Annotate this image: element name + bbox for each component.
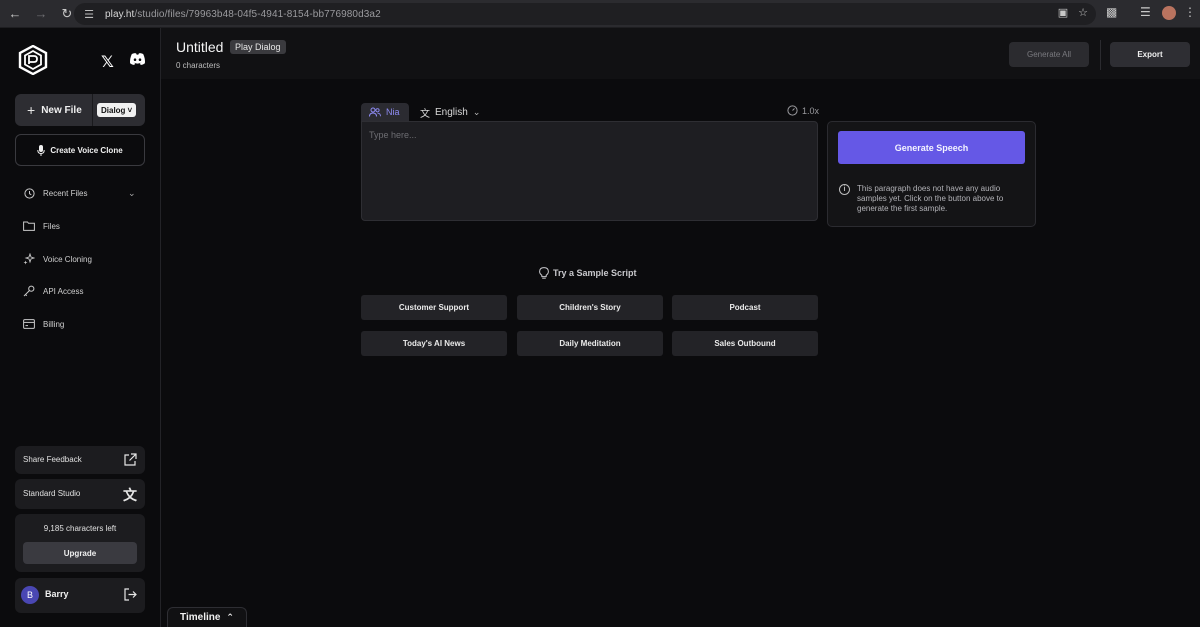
generate-speech-button[interactable]: Generate Speech — [838, 131, 1025, 164]
sample-script-title: Try a Sample Script — [553, 268, 637, 278]
user-name: Barry — [45, 589, 69, 599]
timeline-toggle[interactable]: Timeline ⌃ — [167, 607, 247, 627]
bookmark-star-icon[interactable]: ☆ — [1078, 6, 1088, 19]
sample-podcast-button[interactable]: Podcast — [672, 295, 818, 320]
avatar[interactable]: B — [21, 586, 39, 604]
sample-childrens-story-button[interactable]: Children's Story — [517, 295, 663, 320]
sidebar-item-billing[interactable]: Billing — [22, 316, 64, 332]
sparkle-icon — [22, 252, 36, 266]
clock-icon — [22, 186, 36, 200]
logout-icon[interactable] — [124, 588, 137, 601]
user-card: B Barry — [15, 578, 145, 613]
site-settings-icon[interactable]: ☰ — [82, 7, 96, 21]
sidebar-item-label: Recent Files — [43, 188, 88, 198]
folder-icon — [22, 219, 36, 233]
model-select[interactable]: Dialog ˅ — [97, 103, 137, 117]
create-voice-clone-button[interactable]: Create Voice Clone — [15, 134, 145, 166]
sample-daily-meditation-button[interactable]: Daily Meditation — [517, 331, 663, 356]
speed-icon — [787, 105, 798, 116]
divider — [92, 94, 93, 126]
new-file-button[interactable]: + New File Dialog ˅ — [15, 94, 145, 126]
export-button[interactable]: Export — [1110, 42, 1190, 67]
browser-menu-icon[interactable]: ⋮ — [1184, 5, 1196, 19]
install-app-icon[interactable]: ▣ — [1058, 6, 1068, 19]
plus-icon: + — [27, 102, 36, 118]
discord-icon[interactable] — [129, 52, 146, 66]
external-link-icon — [124, 453, 137, 466]
speed-value: 1.0x — [802, 105, 820, 116]
forward-icon[interactable]: → — [30, 3, 52, 25]
microphone-icon — [37, 144, 46, 156]
voice-name: Nia — [386, 107, 400, 117]
upgrade-button[interactable]: Upgrade — [23, 542, 137, 564]
sidebar-item-label: Billing — [43, 319, 65, 329]
info-icon: i — [839, 184, 850, 195]
character-count: 0 characters — [176, 61, 221, 70]
new-file-label: New File — [41, 104, 82, 116]
model-select-value: Dialog — [101, 105, 126, 115]
share-feedback-button[interactable]: Share Feedback — [15, 446, 145, 474]
page-title[interactable]: Untitled — [176, 39, 223, 55]
profile-avatar-icon[interactable] — [1162, 6, 1176, 20]
share-feedback-label: Share Feedback — [23, 455, 82, 464]
characters-left: 9,185 characters left — [43, 524, 117, 533]
sample-sales-outbound-button[interactable]: Sales Outbound — [672, 331, 818, 356]
sidebar-item-label: API Access — [43, 286, 84, 296]
billing-icon — [22, 317, 36, 331]
users-icon — [369, 107, 381, 117]
sidebar-item-api-access[interactable]: API Access — [22, 283, 83, 299]
page-header: Untitled Play Dialog 0 characters Genera… — [161, 28, 1200, 79]
studio-mode-label: Standard Studio — [23, 489, 81, 498]
media-icon[interactable]: ☰ — [1140, 5, 1151, 19]
sidebar-item-label: Voice Cloning — [43, 254, 92, 264]
extensions-icon[interactable]: ▩ — [1106, 5, 1117, 19]
address-bar[interactable]: ☰ play.ht/studio/files/79963b48-04f5-494… — [74, 3, 1096, 25]
sample-script-heading: Try a Sample Script — [539, 267, 637, 279]
chevron-down-icon: ⌄ — [472, 107, 481, 117]
x-twitter-icon[interactable]: 𝕏 — [101, 52, 114, 72]
editor-placeholder: Type here... — [369, 130, 417, 140]
sidebar: 𝕏 + New File Dialog ˅ Create Voice Clone … — [0, 28, 161, 627]
speed-control[interactable]: 1.0x — [787, 105, 819, 116]
url-text: play.ht/studio/files/79963b48-04f5-4941-… — [105, 8, 381, 20]
timeline-label: Timeline — [180, 612, 221, 623]
translate-icon: 文 — [420, 109, 430, 120]
sidebar-item-voice-cloning[interactable]: Voice Cloning — [22, 251, 92, 267]
language-select[interactable]: 文 English ⌄ — [420, 105, 480, 120]
sample-ai-news-button[interactable]: Today's AI News — [361, 331, 507, 356]
info-text: This paragraph does not have any audio s… — [857, 184, 1004, 213]
sidebar-item-label: Files — [43, 221, 60, 231]
sample-customer-support-button[interactable]: Customer Support — [361, 295, 507, 320]
voice-selector[interactable]: Nia — [361, 103, 409, 121]
translate-icon: 文 — [123, 487, 137, 503]
lightbulb-icon — [539, 267, 549, 279]
model-badge: Play Dialog — [230, 40, 286, 54]
chevron-up-icon: ⌃ — [226, 612, 234, 622]
browser-toolbar: ← → ↻ ☰ play.ht/studio/files/79963b48-04… — [0, 0, 1200, 28]
studio-mode-toggle[interactable]: Standard Studio 文 — [15, 479, 145, 509]
usage-card: 9,185 characters left Upgrade — [15, 514, 145, 572]
generate-all-button[interactable]: Generate All — [1009, 42, 1089, 67]
playht-logo-icon[interactable] — [18, 45, 48, 75]
sidebar-item-recent-files[interactable]: Recent Files ⌄ — [22, 185, 136, 201]
back-icon[interactable]: ← — [4, 3, 26, 25]
language-value: English — [435, 107, 468, 118]
create-voice-clone-label: Create Voice Clone — [50, 145, 123, 155]
text-editor[interactable]: Type here... — [361, 121, 818, 221]
chevron-down-icon: ˅ — [127, 105, 133, 115]
generate-panel: Generate Speech i This paragraph does no… — [827, 121, 1036, 227]
chevron-down-icon[interactable]: ⌄ — [128, 188, 136, 199]
key-icon — [22, 284, 36, 298]
sidebar-item-files[interactable]: Files — [22, 218, 60, 234]
divider — [1100, 40, 1101, 70]
